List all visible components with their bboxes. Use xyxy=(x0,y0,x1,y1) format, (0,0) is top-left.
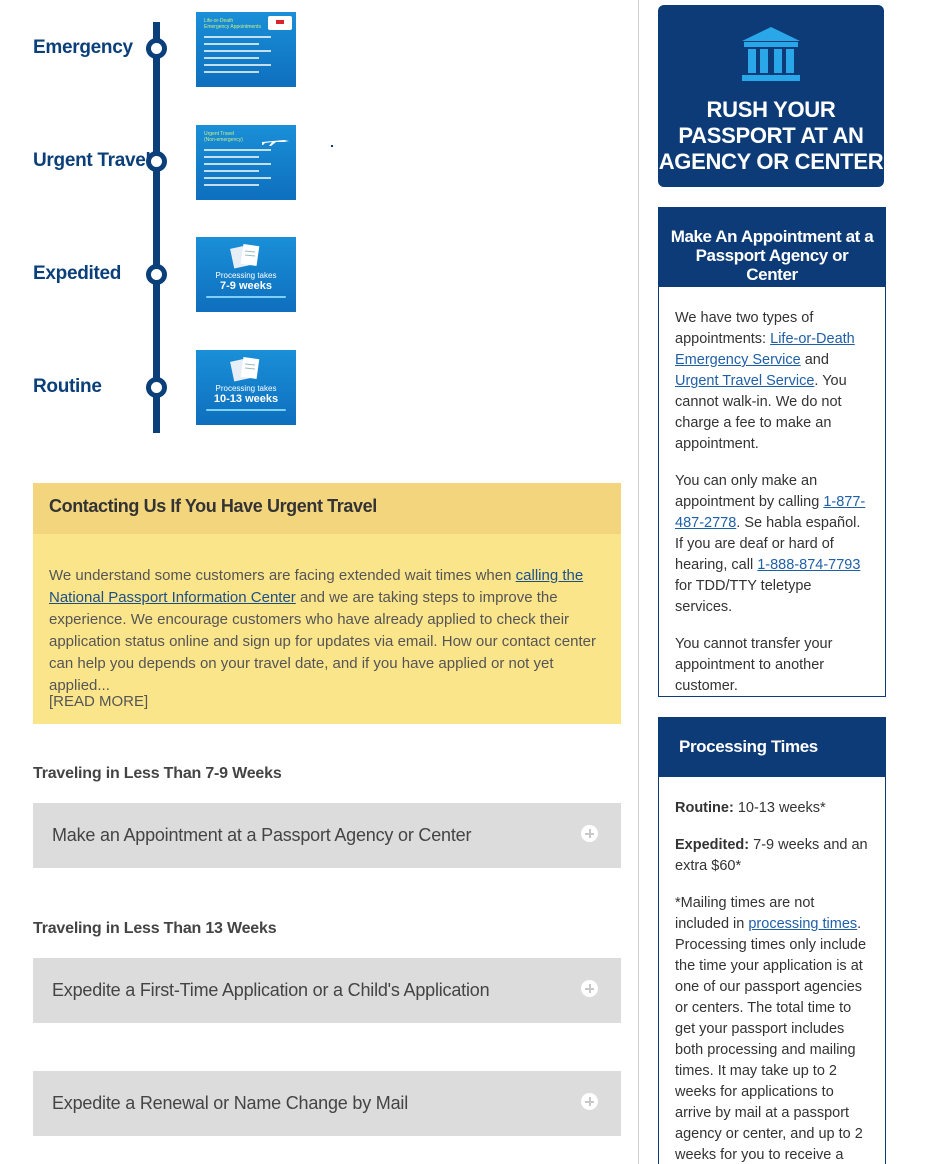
processing-line1: Processing takes xyxy=(215,271,277,280)
section-heading: Traveling in Less Than 7-9 Weeks xyxy=(33,765,282,782)
processing-times-title: Processing Times xyxy=(659,718,885,777)
routine-label: Routine: xyxy=(675,800,734,816)
timeline-label-emergency: Emergency xyxy=(33,37,133,58)
accordion-label: Make an Appointment at a Passport Agency… xyxy=(52,825,472,845)
routine-card-image[interactable]: Processing takes 10-13 weeks xyxy=(196,350,296,425)
processing-line2: 10-13 weeks xyxy=(213,393,279,405)
timeline-label-routine: Routine xyxy=(33,376,102,397)
card-title: Urgent Travel (Non-emergency) xyxy=(204,131,243,143)
routine-line: Routine: 10-13 weeks* xyxy=(675,798,869,819)
routine-value: 10-13 weeks* xyxy=(733,800,826,816)
text-part: You can only make an appointment by call… xyxy=(675,473,824,510)
section-heading: Traveling in Less Than 13 Weeks xyxy=(33,920,277,937)
appointment-panel-body: We have two types of appointments: Life-… xyxy=(659,287,885,697)
processing-text: Processing takes 10-13 weeks xyxy=(196,384,296,405)
stray-dot xyxy=(331,145,333,147)
phone-link-2[interactable]: 1-888-874-7793 xyxy=(757,557,860,573)
appointment-panel: Make An Appointment at a Passport Agency… xyxy=(658,207,886,697)
urgent-travel-box: Contacting Us If You Have Urgent Travel … xyxy=(33,483,621,724)
documents-icon xyxy=(230,243,262,269)
urgent-travel-text: We understand some customers are facing … xyxy=(33,534,621,697)
card-title: Life-or-Death Emergency Appointments xyxy=(204,18,261,30)
read-more-link[interactable]: [READ MORE] xyxy=(49,693,148,710)
text-part: for TDD/TTY teletype services. xyxy=(675,578,812,615)
urgent-travel-title: Contacting Us If You Have Urgent Travel xyxy=(33,483,621,534)
processing-line1: Processing takes xyxy=(215,384,277,393)
accordion-label: Expedite a First-Time Application or a C… xyxy=(52,980,490,1000)
column-divider xyxy=(638,0,639,1164)
processing-times-body: Routine: 10-13 weeks* Expedited: 7-9 wee… xyxy=(659,777,885,1164)
plus-icon[interactable] xyxy=(581,980,598,997)
card-wave xyxy=(206,296,286,298)
text-part: . Processing times only include the time… xyxy=(675,916,867,1163)
card-text-lines xyxy=(204,36,288,78)
processing-note: *Mailing times are not included in proce… xyxy=(675,893,869,1164)
ambulance-icon xyxy=(268,16,292,30)
main-column: Emergency Life-or-Death Emergency Appoin… xyxy=(0,0,638,1164)
accordion-first-time-application[interactable]: Expedite a First-Time Application or a C… xyxy=(33,958,621,1023)
timeline-dot xyxy=(146,38,167,59)
urgent-text-part: We understand some customers are facing … xyxy=(49,567,516,584)
timeline-line xyxy=(153,22,160,433)
timeline-label-expedited: Expedited xyxy=(33,263,122,284)
appointment-panel-title: Make An Appointment at a Passport Agency… xyxy=(659,208,885,287)
rush-text: RUSH YOUR PASSPORT AT AN AGENCY OR CENTE… xyxy=(658,97,884,174)
card-wave xyxy=(206,409,286,411)
plus-icon[interactable] xyxy=(581,1093,598,1110)
timeline-dot xyxy=(146,377,167,398)
processing-times-panel: Processing Times Routine: 10-13 weeks* E… xyxy=(658,717,886,1164)
accordion-appointment[interactable]: Make an Appointment at a Passport Agency… xyxy=(33,803,621,868)
processing-times-link[interactable]: processing times xyxy=(748,916,857,932)
timeline-label-urgent-travel: Urgent Travel xyxy=(33,150,151,171)
appointment-paragraph: You cannot transfer your appointment to … xyxy=(675,636,833,694)
rush-passport-banner[interactable]: RUSH YOUR PASSPORT AT AN AGENCY OR CENTE… xyxy=(658,5,884,187)
accordion-renewal-by-mail[interactable]: Expedite a Renewal or Name Change by Mai… xyxy=(33,1071,621,1136)
bank-icon xyxy=(740,25,802,83)
expedited-card-image[interactable]: Processing takes 7-9 weeks xyxy=(196,237,296,312)
processing-text: Processing takes 7-9 weeks xyxy=(196,271,296,292)
timeline-dot xyxy=(146,151,167,172)
appointment-paragraph: You can only make an appointment by call… xyxy=(675,471,869,618)
urgent-travel-card-image[interactable]: Urgent Travel (Non-emergency) xyxy=(196,125,296,200)
expedited-label: Expedited: xyxy=(675,837,750,853)
urgent-travel-service-link[interactable]: Urgent Travel Service xyxy=(675,373,814,389)
processing-line2: 7-9 weeks xyxy=(220,280,272,292)
text-part: and xyxy=(800,352,829,368)
plus-icon[interactable] xyxy=(581,825,598,842)
timeline-dot xyxy=(146,264,167,285)
accordion-label: Expedite a Renewal or Name Change by Mai… xyxy=(52,1093,408,1113)
airplane-icon xyxy=(260,133,290,146)
documents-icon xyxy=(230,356,262,382)
card-text-lines xyxy=(204,149,288,191)
expedited-line: Expedited: 7-9 weeks and an extra $60* xyxy=(675,835,869,877)
emergency-card-image[interactable]: Life-or-Death Emergency Appointments xyxy=(196,12,296,87)
appointment-paragraph: We have two types of appointments: Life-… xyxy=(675,308,869,455)
